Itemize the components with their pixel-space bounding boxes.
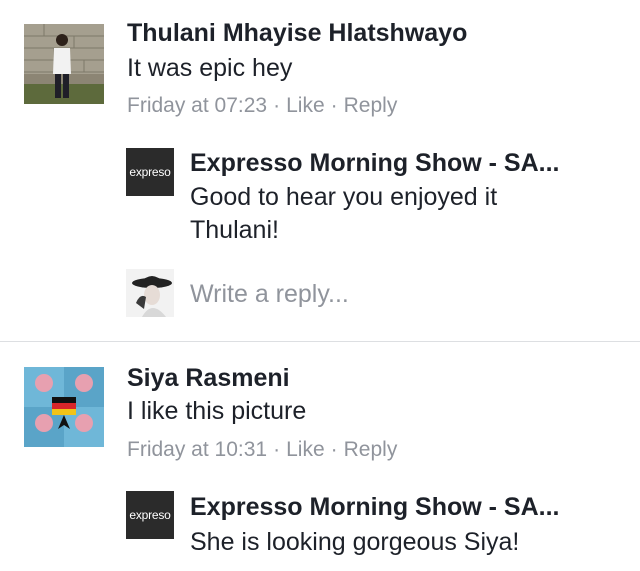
like-link[interactable]: Like	[286, 94, 325, 117]
expresso-logo-icon: expreso	[129, 508, 171, 522]
comment-author[interactable]: Siya Rasmeni	[127, 363, 290, 393]
page-logo-avatar[interactable]: expreso	[126, 148, 174, 196]
reply-text: Good to hear you enjoyed it Thulani!	[190, 183, 498, 244]
reply-link[interactable]: Reply	[344, 94, 398, 117]
reply-author[interactable]: Expresso Morning Show - SA...	[190, 492, 559, 522]
user-photo-icon	[24, 367, 104, 447]
write-reply-input[interactable]: Write a reply...	[190, 279, 349, 309]
expresso-logo-icon: expreso	[129, 165, 171, 179]
reply-author[interactable]: Expresso Morning Show - SA...	[190, 148, 559, 178]
current-user-avatar	[126, 269, 174, 317]
comment-meta: Friday at 10:31 · Like · Reply	[127, 437, 397, 463]
commenter-avatar[interactable]	[24, 24, 104, 104]
comment-text: It was epic hey	[127, 54, 293, 82]
comment-timestamp[interactable]: Friday at 07:23	[127, 94, 267, 117]
comment-author[interactable]: Thulani Mhayise Hlatshwayo	[127, 18, 467, 48]
separator-dot: ·	[273, 94, 281, 117]
commenter-avatar[interactable]	[24, 367, 104, 447]
reply-link[interactable]: Reply	[344, 438, 398, 461]
comment-timestamp[interactable]: Friday at 10:31	[127, 438, 267, 461]
separator-dot: ·	[273, 438, 281, 461]
comment-meta: Friday at 07:23 · Like · Reply	[127, 93, 397, 119]
page-logo-avatar[interactable]: expreso	[126, 491, 174, 539]
reply-text: She is looking gorgeous Siya!	[190, 528, 520, 556]
user-photo-icon	[24, 24, 104, 104]
like-link[interactable]: Like	[286, 438, 325, 461]
separator-dot: ·	[330, 94, 338, 117]
comment-divider	[0, 341, 640, 342]
separator-dot: ·	[330, 438, 338, 461]
comment-text: I like this picture	[127, 397, 307, 425]
profile-photo-icon	[126, 269, 174, 317]
